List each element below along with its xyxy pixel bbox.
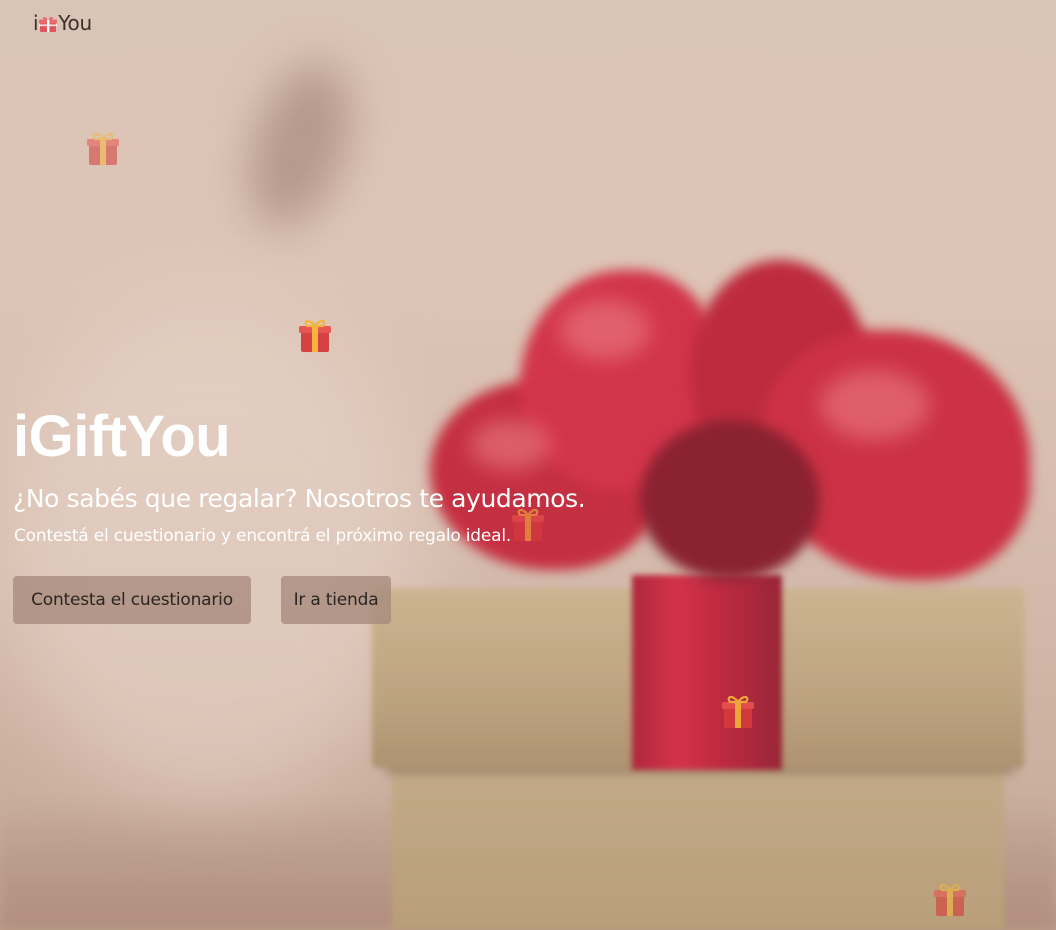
brand-suffix: You xyxy=(58,11,92,35)
go-to-shop-button[interactable]: Ir a tienda xyxy=(281,576,391,624)
hero-title: iGiftYou xyxy=(13,404,231,469)
hero-description: Contestá el cuestionario y encontrá el p… xyxy=(14,526,512,546)
brand-logo-link[interactable]: i You xyxy=(33,11,92,35)
landing-page: i You iGiftYou ¿No sabés que regalar? No… xyxy=(0,0,1056,930)
navbar: i You xyxy=(0,0,1056,46)
gift-icon xyxy=(38,14,58,32)
wrapped-gift-icon xyxy=(298,316,332,354)
wrapped-gift-icon xyxy=(721,692,755,730)
hero-subtitle: ¿No sabés que regalar? Nosotros te ayuda… xyxy=(13,484,586,513)
wrapped-gift-icon xyxy=(86,129,120,167)
take-quiz-button[interactable]: Contesta el cuestionario xyxy=(13,576,251,624)
wrapped-gift-icon xyxy=(933,880,967,918)
